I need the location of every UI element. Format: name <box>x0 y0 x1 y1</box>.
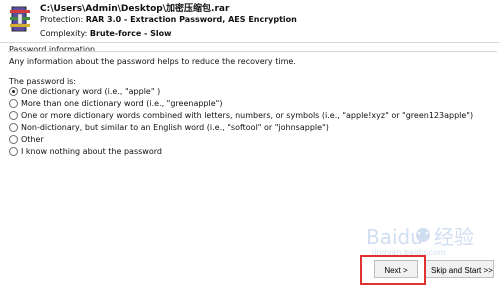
option-label: Non-dictionary, but similar to an Englis… <box>21 122 329 132</box>
header: C:\Users\Admin\Desktop\加密压缩包.rar Protect… <box>0 0 500 43</box>
option-label: One or more dictionary words combined wi… <box>21 110 474 120</box>
section-divider <box>8 51 497 52</box>
complexity-label: Complexity: <box>40 29 88 38</box>
archive-icon <box>10 6 30 32</box>
option-label: Other <box>21 134 44 144</box>
highlight-box <box>360 255 426 285</box>
option-non-dictionary[interactable]: Non-dictionary, but similar to an Englis… <box>9 121 329 133</box>
password-information-panel: Password information Any information abo… <box>0 43 499 253</box>
watermark-brand-text: Baidu <box>366 225 423 249</box>
option-know-nothing[interactable]: I know nothing about the password <box>9 145 162 157</box>
protection-info: Protection: RAR 3.0 - Extraction Passwor… <box>40 15 297 24</box>
baidu-watermark: Baidu 经验 jingyan.baidu.com <box>366 225 474 257</box>
option-dictionary-words-combined[interactable]: One or more dictionary words combined wi… <box>9 109 473 121</box>
option-label: I know nothing about the password <box>21 146 162 156</box>
radio-button-selected[interactable] <box>9 86 18 96</box>
complexity-info: Complexity: Brute-force - Slow <box>40 29 172 38</box>
section-title: Password information <box>9 45 96 54</box>
radio-button[interactable] <box>9 134 18 144</box>
watermark-chinese-text: 经验 <box>434 225 474 249</box>
protection-label: Protection: <box>40 15 84 24</box>
radio-button[interactable] <box>9 122 18 132</box>
option-other[interactable]: Other <box>9 133 44 145</box>
file-path: C:\Users\Admin\Desktop\加密压缩包.rar <box>40 4 230 14</box>
option-one-dictionary-word[interactable]: One dictionary word (i.e., "apple" ) <box>9 85 160 97</box>
option-multiple-dictionary-words[interactable]: More than one dictionary word (i.e., "gr… <box>9 97 222 109</box>
complexity-value: Brute-force - Slow <box>89 29 172 38</box>
skip-and-start-button[interactable]: Skip and Start >> <box>424 260 494 278</box>
section-description: Any information about the password helps… <box>9 57 296 66</box>
radio-button[interactable] <box>9 98 18 108</box>
protection-value: RAR 3.0 - Extraction Password, AES Encry… <box>85 15 297 24</box>
radio-button[interactable] <box>9 110 18 120</box>
radio-button[interactable] <box>9 146 18 156</box>
option-label: One dictionary word (i.e., "apple" ) <box>21 86 161 96</box>
option-label: More than one dictionary word (i.e., "gr… <box>21 98 223 108</box>
